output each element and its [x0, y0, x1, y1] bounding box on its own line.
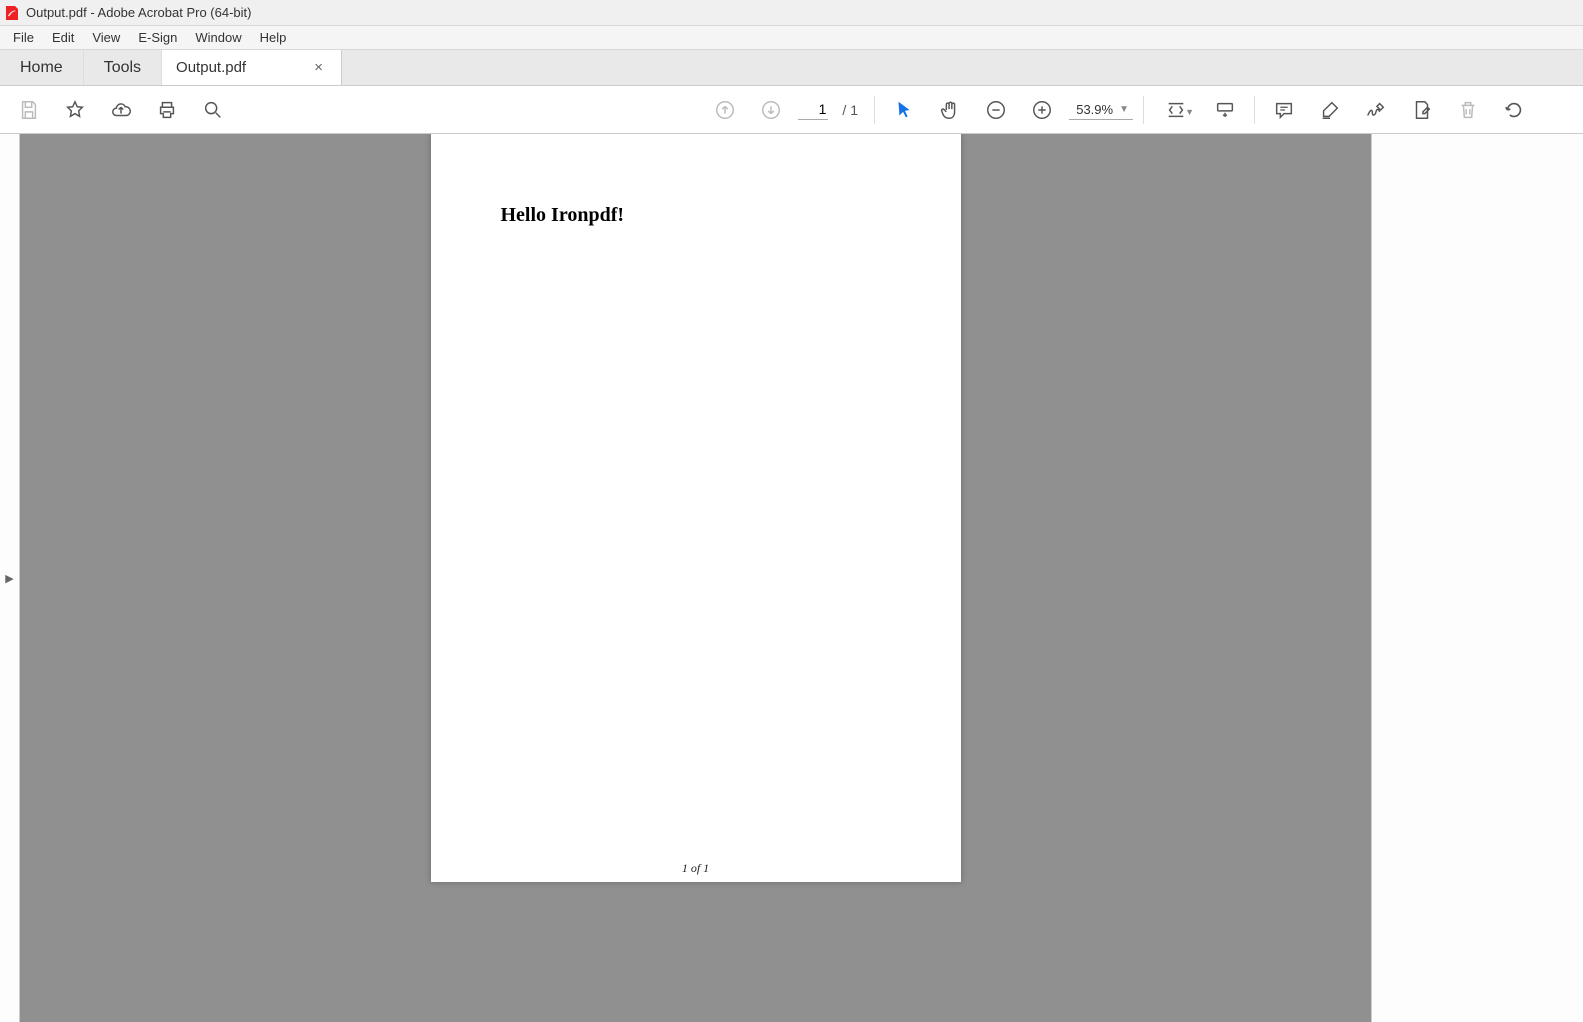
toolbar-separator: [1143, 96, 1144, 124]
scroll-icon: [1214, 99, 1236, 121]
page-number-input[interactable]: [798, 99, 828, 120]
zoom-in-button[interactable]: [1023, 91, 1061, 129]
pdf-page: Hello Ironpdf! 1 of 1: [431, 134, 961, 882]
print-button[interactable]: [148, 91, 186, 129]
page-separator: / 1: [836, 102, 864, 118]
page-down-button[interactable]: [752, 91, 790, 129]
plus-circle-icon: [1031, 99, 1053, 121]
zoom-level-dropdown[interactable]: 53.9% ▼: [1069, 100, 1133, 120]
menu-help[interactable]: Help: [251, 27, 296, 48]
highlighter-icon: [1319, 99, 1341, 121]
delete-button[interactable]: [1449, 91, 1487, 129]
fit-width-icon: [1165, 99, 1187, 121]
tab-tools[interactable]: Tools: [84, 50, 162, 85]
hand-icon: [939, 99, 961, 121]
window-titlebar: Output.pdf - Adobe Acrobat Pro (64-bit): [0, 0, 1583, 26]
sign-button[interactable]: [1357, 91, 1395, 129]
signature-icon: [1365, 99, 1387, 121]
page-total-value: 1: [850, 102, 858, 118]
toolbar-cursor-group: 53.9% ▼: [885, 91, 1133, 129]
share-cloud-button[interactable]: [102, 91, 140, 129]
print-icon: [156, 99, 178, 121]
rotate-button[interactable]: [1495, 91, 1533, 129]
toolbar-separator: [874, 96, 875, 124]
toolbar-annot-group: [1265, 91, 1533, 129]
arrow-down-circle-icon: [760, 99, 782, 121]
menu-edit[interactable]: Edit: [43, 27, 83, 48]
read-mode-button[interactable]: [1206, 91, 1244, 129]
toolbar-left-group: [10, 91, 232, 129]
save-icon: [18, 99, 40, 121]
pdf-page-footer: 1 of 1: [431, 861, 961, 876]
minus-circle-icon: [985, 99, 1007, 121]
tabs-bar: Home Tools Output.pdf ×: [0, 50, 1583, 86]
tab-close-button[interactable]: ×: [310, 59, 327, 76]
search-icon: [202, 99, 224, 121]
fit-width-button[interactable]: ▼: [1154, 91, 1198, 129]
zoom-value: 53.9%: [1076, 102, 1113, 117]
main-toolbar: / 1 53.9% ▼ ▼: [0, 86, 1583, 134]
star-icon: [64, 99, 86, 121]
hand-tool-button[interactable]: [931, 91, 969, 129]
highlight-button[interactable]: [1311, 91, 1349, 129]
acrobat-icon: [4, 5, 20, 21]
page-up-button[interactable]: [706, 91, 744, 129]
toolbar-separator: [1254, 96, 1255, 124]
save-button[interactable]: [10, 91, 48, 129]
comment-button[interactable]: [1265, 91, 1303, 129]
document-viewport[interactable]: Hello Ironpdf! 1 of 1: [20, 134, 1371, 1022]
star-button[interactable]: [56, 91, 94, 129]
right-tools-pane: [1371, 134, 1583, 1022]
cursor-icon: [893, 99, 915, 121]
menu-window[interactable]: Window: [186, 27, 250, 48]
chevron-down-icon: ▼: [1119, 104, 1129, 115]
arrow-up-circle-icon: [714, 99, 736, 121]
menu-view[interactable]: View: [83, 27, 129, 48]
cloud-upload-icon: [110, 99, 132, 121]
edit-page-icon: [1411, 99, 1433, 121]
menu-bar: File Edit View E-Sign Window Help: [0, 26, 1583, 50]
rotate-icon: [1503, 99, 1525, 121]
pdf-heading-text: Hello Ironpdf!: [501, 204, 891, 227]
chevron-right-icon: ▶: [5, 572, 13, 585]
tab-document-label: Output.pdf: [176, 59, 246, 76]
toolbar-fit-group: ▼: [1154, 91, 1244, 129]
tab-home[interactable]: Home: [0, 50, 84, 85]
tab-document[interactable]: Output.pdf ×: [162, 50, 342, 85]
zoom-out-button[interactable]: [977, 91, 1015, 129]
find-button[interactable]: [194, 91, 232, 129]
edit-pdf-button[interactable]: [1403, 91, 1441, 129]
navigation-pane-toggle[interactable]: ▶: [0, 134, 20, 1022]
selection-tool-button[interactable]: [885, 91, 923, 129]
comment-icon: [1273, 99, 1295, 121]
trash-icon: [1457, 99, 1479, 121]
menu-file[interactable]: File: [4, 27, 43, 48]
chevron-down-icon: ▼: [1185, 107, 1194, 117]
menu-esign[interactable]: E-Sign: [129, 27, 186, 48]
window-title: Output.pdf - Adobe Acrobat Pro (64-bit): [26, 5, 251, 20]
toolbar-nav-group: / 1: [706, 91, 864, 129]
content-area: ▶ Hello Ironpdf! 1 of 1: [0, 134, 1583, 1022]
